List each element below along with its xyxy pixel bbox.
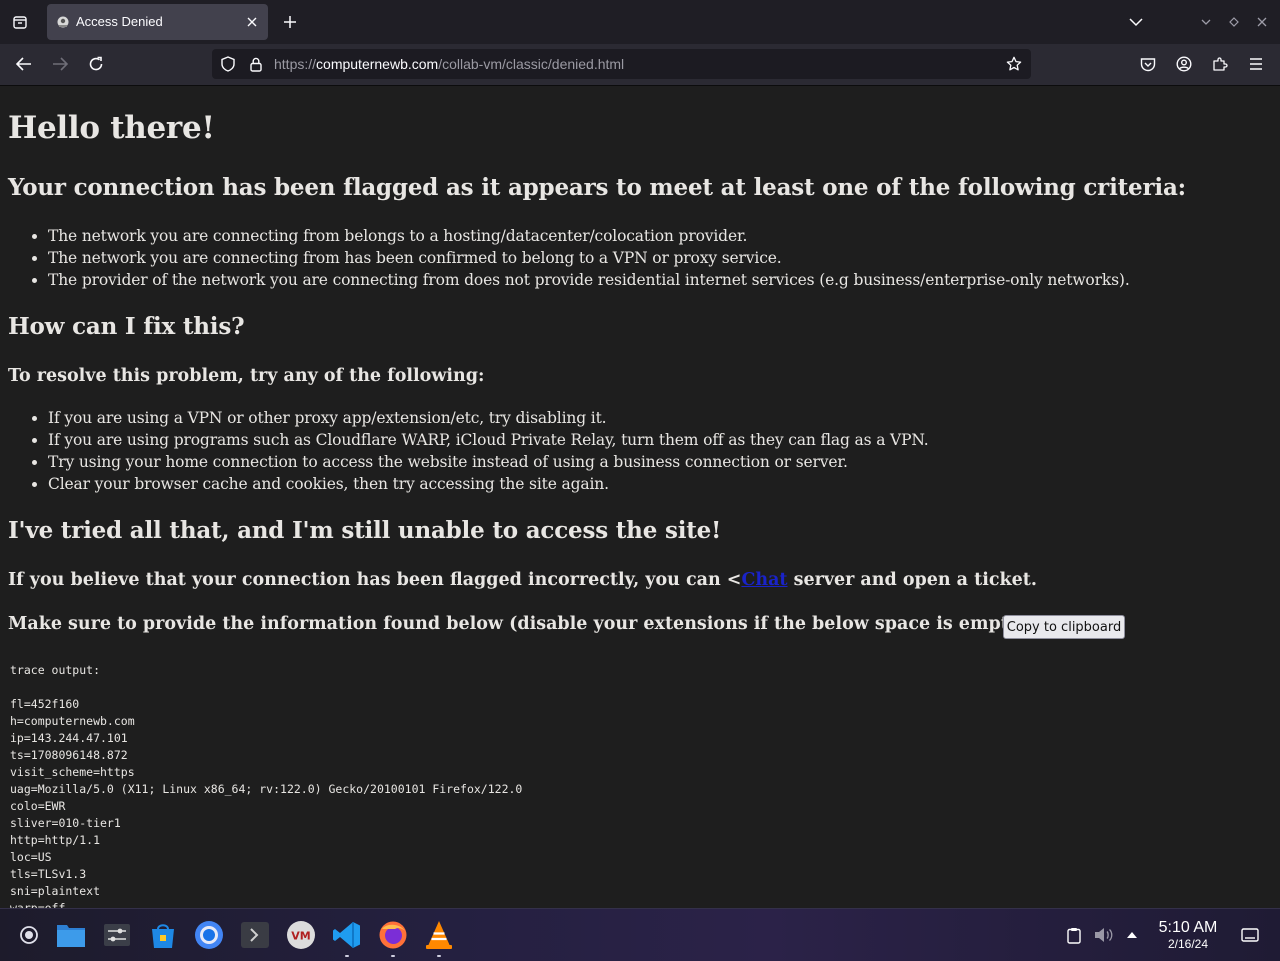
running-indicator [345, 955, 349, 957]
vscode-icon[interactable] [331, 919, 363, 957]
page-content: Hello there! Your connection has been fl… [0, 86, 1280, 908]
url-text[interactable]: https://computernewb.com/collab-vm/class… [274, 56, 624, 72]
running-indicator [391, 955, 395, 957]
fix-item: Try using your home connection to access… [48, 451, 929, 473]
show-desktop-icon[interactable] [1240, 925, 1260, 945]
minimize-window-icon[interactable] [1198, 14, 1214, 30]
flagged-heading: Your connection has been flagged as it a… [8, 174, 1186, 201]
chromium-icon[interactable] [193, 919, 225, 951]
show-hidden-icons-arrow-icon[interactable] [1122, 925, 1142, 945]
site-favicon-icon [55, 14, 71, 30]
navigation-toolbar: https://computernewb.com/collab-vm/class… [0, 44, 1280, 86]
maximize-window-icon[interactable] [1226, 14, 1242, 30]
still-unable-heading: I've tried all that, and I'm still unabl… [8, 517, 721, 544]
new-tab-icon[interactable] [279, 11, 301, 33]
tab-title: Access Denied [76, 14, 163, 29]
fix-item: If you are using a VPN or other proxy ap… [48, 407, 929, 429]
url-path: /collab-vm/classic/denied.html [438, 56, 625, 72]
terminal-icon[interactable] [239, 919, 271, 951]
account-icon[interactable] [1173, 52, 1195, 76]
criteria-item: The network you are connecting from belo… [48, 225, 1130, 247]
firefox-icon[interactable] [377, 919, 409, 957]
fix-item: Clear your browser cache and cookies, th… [48, 473, 929, 495]
fix-heading: How can I fix this? [8, 313, 245, 340]
list-all-tabs-icon[interactable] [8, 10, 32, 34]
trace-output: trace output: fl=452f160 h=computernewb.… [10, 663, 523, 908]
system-clock[interactable]: 5:10 AM 2/16/24 [1150, 919, 1226, 951]
running-indicator [437, 955, 441, 957]
bookmark-star-icon[interactable] [1005, 55, 1023, 73]
criteria-list: The network you are connecting from belo… [8, 225, 1130, 291]
clock-date: 2/16/24 [1167, 937, 1209, 951]
address-bar[interactable]: https://computernewb.com/collab-vm/class… [212, 49, 1031, 79]
tracking-protection-shield-icon[interactable] [220, 56, 236, 72]
close-window-icon[interactable] [1254, 14, 1270, 30]
pocket-icon[interactable] [1137, 52, 1159, 76]
software-center-icon[interactable] [147, 919, 179, 951]
taskbar: VM 5:10 AM 2/16/24 [0, 908, 1280, 961]
tab-access-denied[interactable]: Access Denied [47, 4, 268, 40]
resolve-heading: To resolve this problem, try any of the … [8, 366, 485, 386]
volume-muted-icon[interactable] [1094, 925, 1114, 945]
file-manager-icon[interactable] [55, 919, 87, 951]
extensions-puzzle-icon[interactable] [1209, 52, 1231, 76]
app-launcher-icon[interactable] [13, 919, 45, 951]
svg-text:VM: VM [291, 930, 310, 943]
criteria-item: The network you are connecting from has … [48, 247, 1130, 269]
secure-lock-icon[interactable] [248, 56, 264, 72]
copy-to-clipboard-button[interactable]: Copy to clipboard [1003, 615, 1125, 639]
close-tab-icon[interactable] [243, 13, 261, 31]
believe-text-before: If you believe that your connection has … [8, 570, 742, 590]
virt-manager-icon[interactable]: VM [285, 919, 317, 951]
back-arrow-icon[interactable] [12, 52, 36, 76]
clipboard-icon[interactable] [1064, 925, 1084, 945]
forward-arrow-icon[interactable] [48, 52, 72, 76]
hamburger-menu-icon[interactable] [1245, 52, 1267, 76]
page-heading: Hello there! [8, 110, 215, 146]
settings-icon[interactable] [101, 919, 133, 951]
fixes-list: If you are using a VPN or other proxy ap… [8, 407, 929, 495]
url-scheme: https:// [274, 56, 317, 72]
url-host: computernewb.com [316, 56, 439, 72]
flagged-incorrectly-text: If you believe that your connection has … [8, 570, 1037, 590]
reload-icon[interactable] [84, 52, 108, 76]
vlc-icon[interactable] [423, 919, 455, 957]
criteria-item: The provider of the network you are conn… [48, 269, 1130, 291]
tab-bar: Access Denied [0, 0, 1280, 44]
fix-item: If you are using programs such as Cloudf… [48, 429, 929, 451]
clock-time: 5:10 AM [1158, 919, 1218, 936]
provide-info-text: Make sure to provide the information fou… [8, 614, 1034, 634]
believe-text-after: server and open a ticket. [787, 570, 1037, 590]
chat-link[interactable]: Chat [741, 570, 787, 590]
tab-overflow-chevron-icon[interactable] [1125, 11, 1147, 33]
